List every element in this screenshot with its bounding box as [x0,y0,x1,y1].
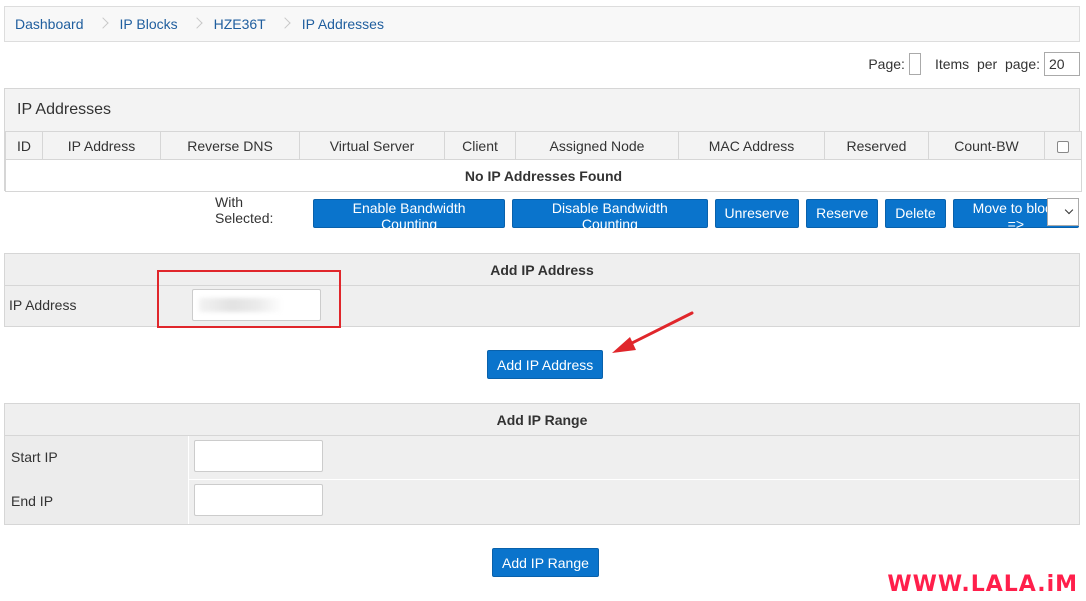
column-header[interactable]: ID [5,131,43,160]
items-per-page-label: Items per page: [934,56,1040,72]
add-ip-range-button[interactable]: Add IP Range [492,548,599,577]
breadcrumb-dashboard[interactable]: Dashboard [15,16,84,32]
breadcrumb-block[interactable]: HZE36T [214,16,266,32]
column-header[interactable]: IP Address [42,131,161,160]
disable-bandwidth-counting-button[interactable]: Disable Bandwidth Counting [512,198,708,232]
start-ip-label: Start IP [11,449,58,465]
ip-address-label: IP Address [9,297,77,313]
select-all-cell [1044,131,1082,160]
select-all-checkbox[interactable] [1057,140,1069,153]
pager: Page: Items per page: [868,52,1080,76]
start-ip-input[interactable] [194,440,323,472]
highlight-box [157,270,341,328]
target-block-select[interactable] [1047,198,1079,226]
ip-addresses-panel: IP Addresses ID IP Address Reverse DNS V… [4,88,1082,192]
reserve-button[interactable]: Reserve [806,198,879,228]
page-label: Page: [868,56,905,72]
bulk-actions: With Selected: Enable Bandwidth Counting… [215,194,1086,232]
form-row: Start IP [5,436,1079,480]
enable-bandwidth-counting-button[interactable]: Enable Bandwidth Counting [312,198,506,232]
column-header[interactable]: Reserved [824,131,929,160]
column-header[interactable]: Count-BW [928,131,1045,160]
items-per-page-input[interactable] [1044,52,1080,76]
end-ip-label: End IP [11,493,54,509]
unreserve-button[interactable]: Unreserve [714,198,800,228]
form-row: End IP [5,480,1079,524]
page-select[interactable] [908,53,921,75]
breadcrumb-ip-addresses[interactable]: IP Addresses [302,16,384,32]
add-ip-address-button[interactable]: Add IP Address [487,350,604,379]
delete-button[interactable]: Delete [885,198,946,228]
with-selected-label: With Selected: [215,194,274,226]
chevron-right-icon [99,16,108,32]
empty-message: No IP Addresses Found [5,159,1082,192]
table-row: No IP Addresses Found [5,159,1082,192]
chevron-right-icon [281,16,290,32]
end-ip-input[interactable] [194,484,323,516]
column-header[interactable]: Virtual Server [299,131,445,160]
chevron-right-icon [193,16,202,32]
ip-addresses-table: ID IP Address Reverse DNS Virtual Server… [5,131,1082,192]
panel-title: Add IP Range [5,404,1079,436]
column-header[interactable]: Assigned Node [515,131,679,160]
column-header[interactable]: Client [444,131,516,160]
breadcrumb: Dashboard IP Blocks HZE36T IP Addresses [4,6,1080,42]
panel-title: IP Addresses [17,101,111,118]
chevron-down-icon [1064,205,1074,215]
column-header[interactable]: Reverse DNS [160,131,300,160]
column-header[interactable]: MAC Address [678,131,825,160]
add-ip-range-panel: Add IP Range Start IP End IP [4,403,1080,525]
table-header-row: ID IP Address Reverse DNS Virtual Server… [5,131,1082,160]
breadcrumb-ip-blocks[interactable]: IP Blocks [120,16,178,32]
watermark: WWW.LALA.iM [887,572,1078,597]
